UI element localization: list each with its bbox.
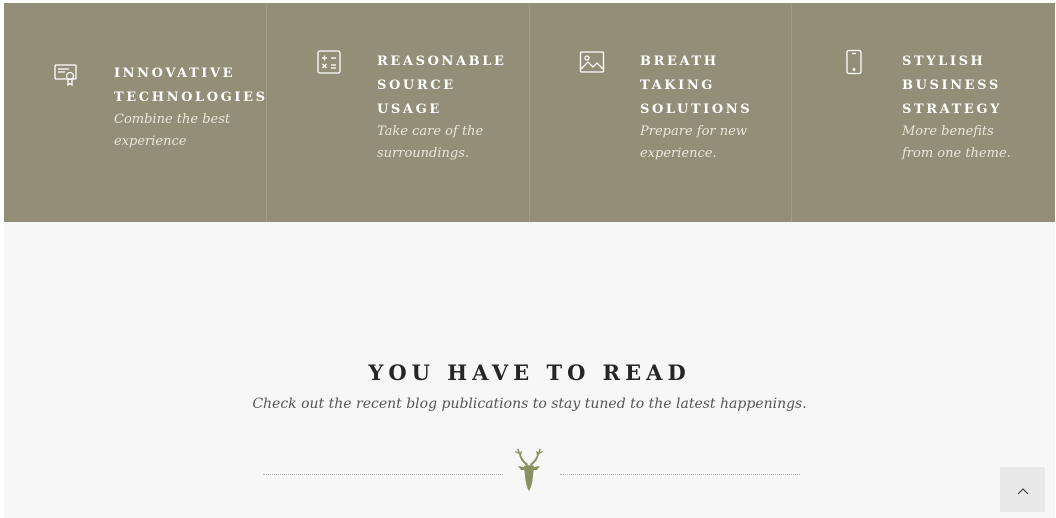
- features-band: INNOVATIVE TECHNOLOGIES Combine the best…: [4, 3, 1055, 222]
- feature-description: More benefits from one theme.: [902, 124, 1011, 161]
- divider-line-left: [263, 474, 503, 475]
- feature-description: Prepare for new experience.: [640, 124, 747, 161]
- feature-reasonable-source-usage: REASONABLE SOURCE USAGE Take care of the…: [267, 3, 530, 222]
- certificate-icon: [53, 62, 79, 88]
- section-subtitle: Check out the recent blog publications t…: [252, 396, 807, 412]
- section-title: YOU HAVE TO READ: [368, 360, 691, 385]
- feature-description: Take care of the surroundings.: [377, 124, 484, 161]
- feature-title: INNOVATIVE TECHNOLOGIES: [114, 66, 268, 105]
- phone-icon: [841, 49, 867, 75]
- image-icon: [579, 49, 605, 75]
- blog-section: YOU HAVE TO READ Check out the recent bl…: [4, 222, 1055, 518]
- feature-innovative-technologies: INNOVATIVE TECHNOLOGIES Combine the best…: [4, 3, 267, 222]
- feature-stylish-business-strategy: STYLISH BUSINESS STRATEGY More benefits …: [792, 3, 1055, 222]
- chevron-up-icon: [1017, 480, 1029, 499]
- deer-head-icon: [509, 446, 549, 492]
- feature-breath-taking-solutions: BREATH TAKING SOLUTIONS Prepare for new …: [530, 3, 792, 222]
- feature-title: STYLISH BUSINESS STRATEGY: [902, 54, 1003, 117]
- feature-description: Combine the best experience: [114, 112, 231, 149]
- divider-line-right: [560, 474, 800, 475]
- feature-title: REASONABLE SOURCE USAGE: [377, 54, 507, 117]
- back-to-top-button[interactable]: [1000, 467, 1045, 512]
- calculator-icon: [316, 49, 342, 75]
- feature-title: BREATH TAKING SOLUTIONS: [640, 54, 753, 117]
